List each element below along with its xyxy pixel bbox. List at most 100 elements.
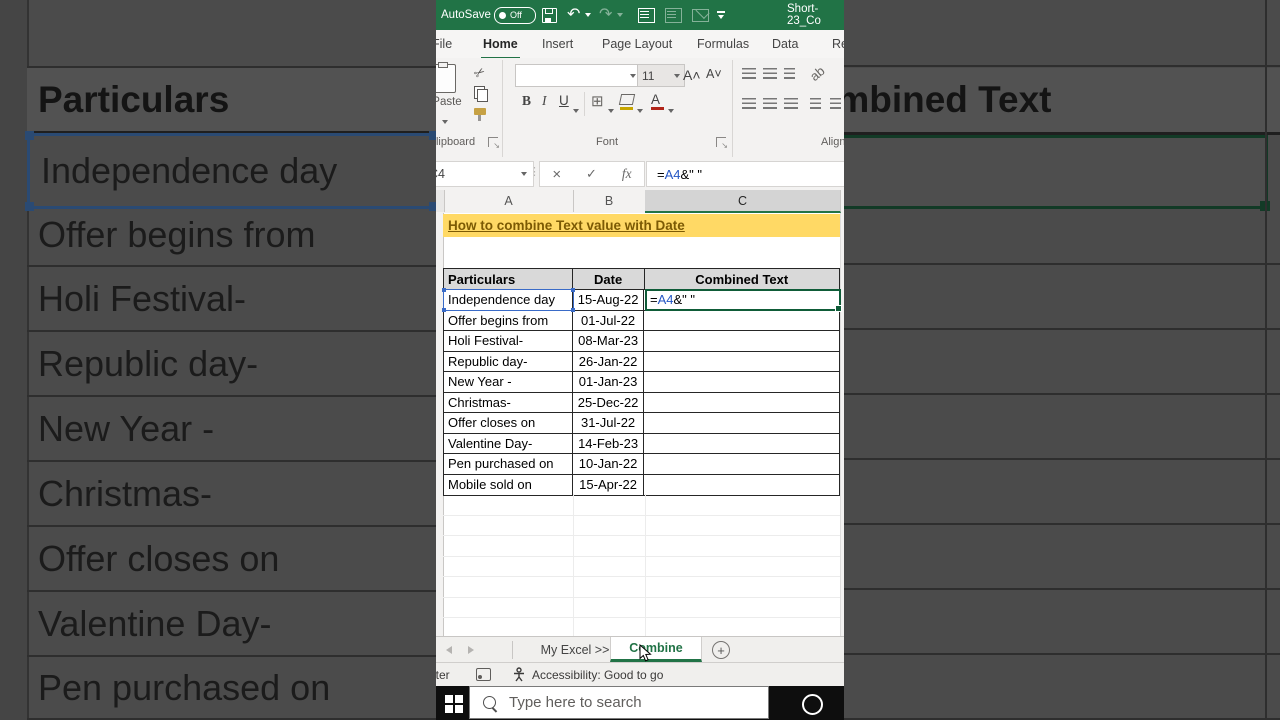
- redo-button[interactable]: ↷: [599, 0, 612, 30]
- cell-B8[interactable]: 01-Jan-23: [572, 372, 645, 393]
- paste-dropdown[interactable]: [442, 111, 448, 129]
- cell-A9[interactable]: Christmas-: [444, 392, 573, 413]
- format-painter-button[interactable]: [474, 108, 486, 121]
- increase-indent-button[interactable]: [830, 98, 841, 109]
- customize-quick-access-button[interactable]: [717, 0, 725, 30]
- decrease-indent-button[interactable]: [810, 98, 821, 109]
- autosave-toggle[interactable]: Off: [494, 0, 536, 30]
- cell-A7[interactable]: Republic day-: [444, 351, 573, 372]
- prev-sheet-arrow[interactable]: [446, 646, 452, 654]
- cell-B6[interactable]: 08-Mar-23: [572, 331, 645, 352]
- formula-input[interactable]: =A4&" ": [646, 161, 844, 187]
- ribbon-tab-data[interactable]: Data: [770, 30, 800, 57]
- cell-B9[interactable]: 25-Dec-22: [572, 392, 645, 413]
- ribbon-tab-home[interactable]: Home: [481, 30, 520, 60]
- ribbon-tab-page-layout[interactable]: Page Layout: [600, 30, 674, 57]
- borders-button[interactable]: ⊞: [591, 94, 604, 109]
- align-left-button[interactable]: [742, 98, 756, 109]
- borders-dropdown[interactable]: [608, 100, 614, 118]
- cell-A8[interactable]: New Year -: [444, 372, 573, 393]
- cancel-icon[interactable]: ×: [552, 166, 561, 183]
- cell-A10[interactable]: Offer closes on: [444, 413, 573, 434]
- taskbar-search[interactable]: Type here to search: [469, 686, 769, 719]
- ribbon-tab-formulas[interactable]: Formulas: [695, 30, 751, 57]
- header-date[interactable]: Date: [572, 269, 645, 290]
- cell-B12[interactable]: 10-Jan-22: [572, 454, 645, 475]
- active-cell-editor[interactable]: =A4&" ": [645, 289, 842, 312]
- quick-access-mail-button[interactable]: [692, 0, 709, 30]
- font-name-combobox[interactable]: [515, 64, 641, 87]
- insert-function-icon[interactable]: fx: [622, 166, 632, 182]
- ribbon-tab-insert[interactable]: Insert: [540, 30, 575, 57]
- undo-button[interactable]: ↶: [567, 0, 580, 30]
- underline-button[interactable]: U: [559, 94, 569, 108]
- cell-B13[interactable]: 15-Apr-22: [573, 474, 645, 495]
- accessibility-checker[interactable]: Accessibility: Good to go: [512, 663, 663, 686]
- align-middle-button[interactable]: [763, 68, 777, 79]
- cell-B11[interactable]: 14-Feb-23: [572, 433, 645, 454]
- fill-color-button[interactable]: [618, 94, 636, 110]
- quick-access-form-button[interactable]: [638, 0, 655, 30]
- orientation-button[interactable]: ab: [807, 63, 828, 84]
- column-header-c[interactable]: C: [645, 190, 841, 213]
- autosave-state: Off: [510, 10, 522, 20]
- column-header-a[interactable]: A: [444, 190, 574, 212]
- align-right-button[interactable]: [784, 98, 798, 109]
- font-dialog-launcher[interactable]: [716, 137, 728, 150]
- start-button[interactable]: [445, 695, 463, 713]
- cell-B10[interactable]: 31-Jul-22: [572, 413, 645, 434]
- cell-C7[interactable]: [644, 352, 839, 372]
- enter-icon[interactable]: ✓: [586, 166, 597, 182]
- align-bottom-button[interactable]: [784, 68, 795, 79]
- font-color-button[interactable]: A: [651, 92, 664, 110]
- bold-button[interactable]: B: [522, 94, 531, 108]
- font-size-combobox[interactable]: 11: [637, 64, 685, 87]
- grow-font-button[interactable]: A˄: [683, 68, 701, 82]
- scrollbar-sliver[interactable]: [840, 213, 844, 636]
- column-header-b[interactable]: B: [573, 190, 646, 212]
- underline-dropdown[interactable]: [573, 100, 579, 118]
- cell-B5[interactable]: 01-Jul-22: [572, 310, 645, 331]
- name-box[interactable]: C4: [436, 161, 534, 187]
- cell-C11[interactable]: [644, 434, 839, 454]
- cell-C8[interactable]: [644, 372, 839, 393]
- add-sheet-button[interactable]: +: [712, 641, 730, 659]
- save-button[interactable]: [542, 0, 557, 30]
- cut-button[interactable]: ✂: [471, 63, 489, 82]
- cell-A13[interactable]: Mobile sold on: [444, 474, 573, 495]
- undo-dropdown[interactable]: [585, 0, 591, 30]
- cell-B7[interactable]: 26-Jan-22: [572, 351, 645, 372]
- cell-C6[interactable]: [644, 331, 839, 352]
- table-row: Holi Festival- 08-Mar-23: [444, 331, 839, 352]
- header-particulars[interactable]: Particulars: [444, 269, 573, 290]
- italic-button[interactable]: I: [542, 94, 547, 108]
- cell-C5[interactable]: [644, 311, 839, 331]
- cell-A12[interactable]: Pen purchased on: [444, 454, 573, 475]
- clipboard-dialog-launcher[interactable]: [488, 137, 500, 150]
- next-sheet-arrow[interactable]: [468, 646, 474, 654]
- ribbon-tab-review[interactable]: Review: [830, 30, 844, 57]
- paste-button[interactable]: [436, 62, 456, 93]
- cell-C13[interactable]: [644, 475, 839, 496]
- cell-A11[interactable]: Valentine Day-: [444, 433, 573, 454]
- cell-B4[interactable]: 15-Aug-22: [572, 290, 645, 311]
- copy-button[interactable]: [474, 86, 488, 102]
- align-center-button[interactable]: [763, 98, 777, 109]
- sheet-tab-combine[interactable]: Combine: [610, 637, 702, 662]
- header-combined-text[interactable]: Combined Text: [644, 269, 839, 290]
- macro-record-button[interactable]: [476, 663, 491, 686]
- ribbon-tab-file[interactable]: File: [436, 30, 454, 57]
- align-top-button[interactable]: [742, 68, 756, 79]
- cell-C12[interactable]: [644, 454, 839, 475]
- font-color-dropdown[interactable]: [668, 100, 674, 118]
- shrink-font-button[interactable]: A˅: [706, 68, 722, 81]
- cell-A6[interactable]: Holi Festival-: [444, 331, 573, 352]
- cell-C9[interactable]: [644, 393, 839, 413]
- fill-color-dropdown[interactable]: [637, 100, 643, 118]
- sheet-title-cell[interactable]: How to combine Text value with Date: [443, 214, 840, 237]
- cell-C10[interactable]: [644, 413, 839, 434]
- cortana-button[interactable]: [802, 694, 823, 715]
- cell-A5[interactable]: Offer begins from: [444, 310, 573, 331]
- redo-dropdown[interactable]: [617, 0, 623, 30]
- quick-access-table-button[interactable]: [665, 0, 682, 30]
